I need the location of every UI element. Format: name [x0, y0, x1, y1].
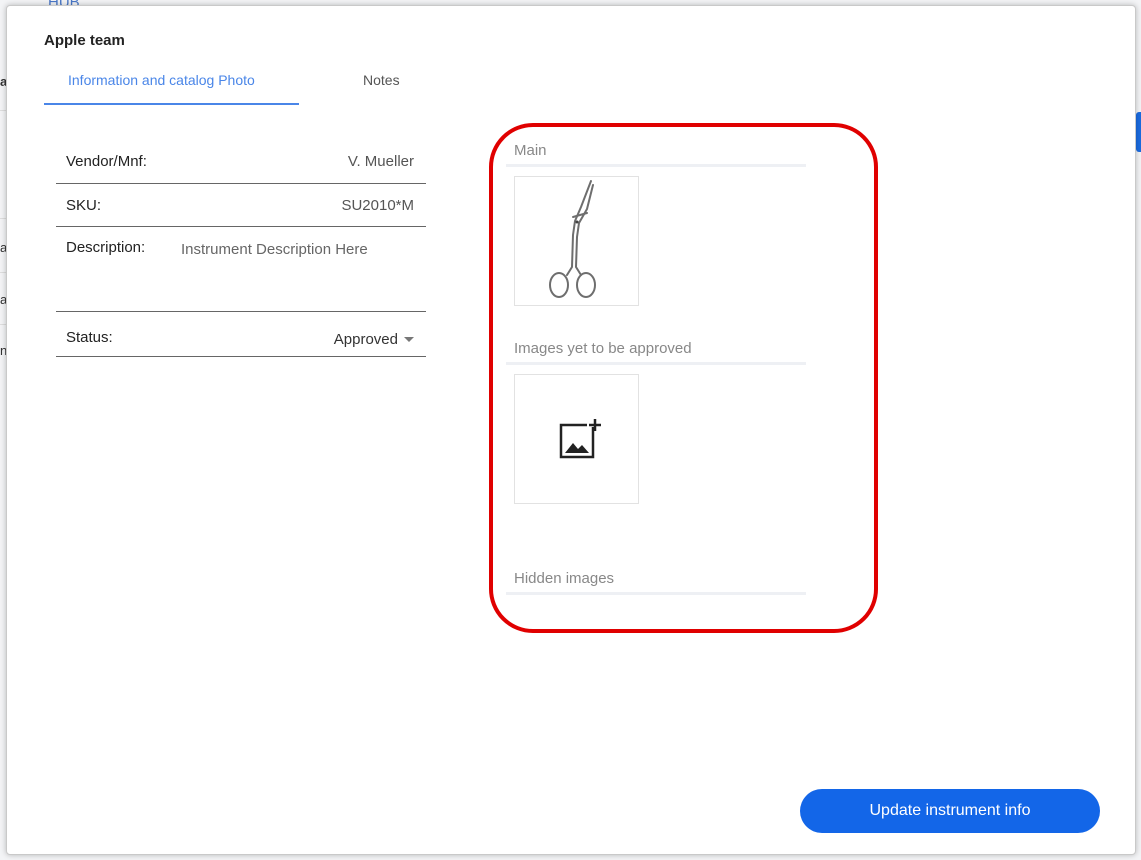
tab-notes[interactable]: Notes	[363, 72, 400, 88]
status-label: Status:	[66, 329, 113, 346]
status-select[interactable]: Approved	[334, 331, 414, 348]
main-images-heading: Main	[514, 142, 547, 159]
main-image-thumbnail[interactable]	[514, 176, 639, 306]
vendor-field: Vendor/Mnf: V. Mueller	[56, 139, 426, 184]
update-instrument-info-button[interactable]: Update instrument info	[800, 789, 1100, 833]
sku-field: SKU: SU2010*M	[56, 184, 426, 227]
modal-title: Apple team	[44, 32, 125, 49]
status-value: Approved	[333, 331, 398, 348]
vendor-value: V. Mueller	[347, 153, 414, 170]
active-tab-indicator	[44, 103, 299, 105]
hidden-images-heading: Hidden images	[514, 570, 615, 587]
description-field[interactable]: Description: Instrument Description Here	[56, 227, 426, 312]
description-value[interactable]: Instrument Description Here	[181, 241, 368, 258]
sku-value: SU2010*M	[341, 197, 414, 214]
instrument-info-modal: Apple team Information and catalog Photo…	[6, 5, 1136, 855]
add-image-button[interactable]	[514, 374, 639, 504]
section-divider	[506, 592, 806, 595]
background-scroll-accent	[1136, 112, 1141, 152]
pending-images-heading: Images yet to be approved	[514, 340, 692, 357]
chevron-down-icon	[404, 336, 414, 342]
sku-label: SKU:	[66, 197, 102, 214]
scissors-icon	[549, 180, 596, 298]
add-image-icon	[559, 419, 601, 459]
description-label: Description:	[66, 239, 146, 256]
section-divider	[506, 164, 806, 167]
vendor-label: Vendor/Mnf:	[66, 153, 147, 170]
status-field: Status: Approved	[56, 312, 426, 357]
tab-information-and-catalog-photo[interactable]: Information and catalog Photo	[68, 72, 255, 88]
section-divider	[506, 362, 806, 365]
